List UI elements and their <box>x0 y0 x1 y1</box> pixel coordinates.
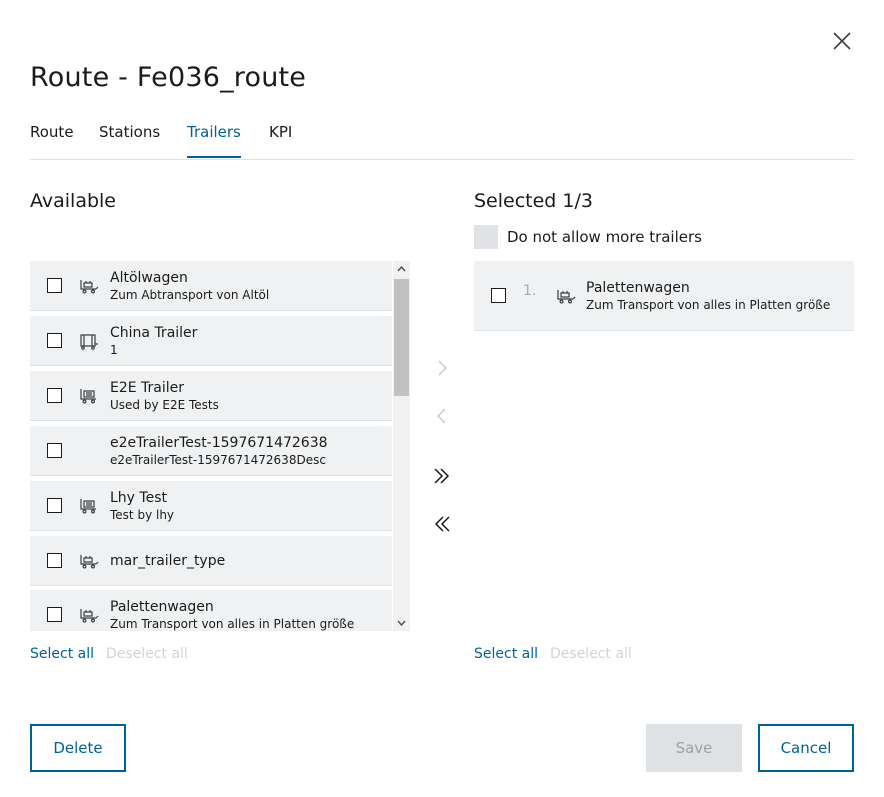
item-description: Zum Transport von alles in Platten größe <box>586 298 831 312</box>
item-name: e2eTrailerTest-1597671472638 <box>110 435 328 451</box>
cart-trailer-icon <box>79 496 99 516</box>
checkbox-box[interactable] <box>474 225 498 249</box>
delete-button[interactable]: Delete <box>30 724 126 772</box>
wagon-icon <box>79 276 99 296</box>
tab-kpi[interactable]: KPI <box>269 123 292 159</box>
item-description: 1 <box>110 343 118 357</box>
available-item[interactable]: Palettenwagen Zum Transport von alles in… <box>30 590 392 631</box>
item-checkbox[interactable] <box>47 278 62 293</box>
move-all-left-icon[interactable] <box>431 513 453 535</box>
item-description: Zum Abtransport von Altöl <box>110 288 270 302</box>
dont-allow-more-label: Do not allow more trailers <box>507 228 702 246</box>
available-item[interactable]: mar_trailer_type <box>30 536 392 586</box>
item-description: Used by E2E Tests <box>110 398 219 412</box>
dont-allow-more-checkbox[interactable]: Do not allow more trailers <box>474 225 702 249</box>
tab-trailers[interactable]: Trailers <box>187 123 241 158</box>
save-button[interactable]: Save <box>646 724 742 772</box>
item-description: Test by lhy <box>110 508 175 522</box>
item-description: Zum Transport von alles in Platten größe <box>110 617 355 631</box>
item-checkbox[interactable] <box>47 498 62 513</box>
selected-select-all-link[interactable]: Select all <box>474 646 538 662</box>
available-item[interactable]: Altölwagen Zum Abtransport von Altöl <box>30 261 392 311</box>
available-item[interactable]: Lhy Test Test by lhy <box>30 481 392 531</box>
item-name: Altölwagen <box>110 270 188 286</box>
item-name: Palettenwagen <box>110 599 214 615</box>
scroll-down-icon[interactable] <box>393 615 410 631</box>
available-scrollbar[interactable] <box>393 261 410 631</box>
item-checkbox[interactable] <box>491 288 506 303</box>
item-index: 1. <box>523 283 537 299</box>
item-checkbox[interactable] <box>47 443 62 458</box>
wagon-icon <box>79 551 99 571</box>
move-left-icon[interactable] <box>431 405 453 427</box>
available-item[interactable]: e2eTrailerTest-1597671472638 e2eTrailerT… <box>30 426 392 476</box>
wagon-icon <box>556 286 576 306</box>
available-select-all-link[interactable]: Select all <box>30 646 94 662</box>
item-checkbox[interactable] <box>47 333 62 348</box>
tab-stations[interactable]: Stations <box>99 123 160 159</box>
available-deselect-all-link[interactable]: Deselect all <box>106 646 188 662</box>
item-name: Palettenwagen <box>586 280 690 296</box>
selected-deselect-all-link[interactable]: Deselect all <box>550 646 632 662</box>
close-icon[interactable] <box>830 29 854 53</box>
move-right-icon[interactable] <box>431 357 453 379</box>
available-list: Altölwagen Zum Abtransport von Altöl Chi… <box>30 261 410 631</box>
wagon-icon <box>79 605 99 625</box>
item-name: mar_trailer_type <box>110 553 226 569</box>
item-name: Lhy Test <box>110 490 167 506</box>
scroll-up-icon[interactable] <box>393 261 410 277</box>
cancel-button[interactable]: Cancel <box>758 724 854 772</box>
selected-title: Selected 1/3 <box>474 190 593 212</box>
item-checkbox[interactable] <box>47 553 62 568</box>
available-item[interactable]: China Trailer 1 <box>30 316 392 366</box>
scrollbar-thumb[interactable] <box>394 279 409 396</box>
item-checkbox[interactable] <box>47 607 62 622</box>
item-checkbox[interactable] <box>47 388 62 403</box>
tab-bar: Route Stations Trailers KPI <box>30 123 854 160</box>
move-all-right-icon[interactable] <box>431 465 453 487</box>
item-description: e2eTrailerTest-1597671472638Desc <box>110 453 326 467</box>
dialog-title: Route - Fe036_route <box>30 62 307 93</box>
selected-item[interactable]: 1. Palettenwagen Zum Transport von alles… <box>474 261 854 331</box>
available-title: Available <box>30 190 117 212</box>
tab-route[interactable]: Route <box>30 123 74 159</box>
cart-trailer-icon <box>79 386 99 406</box>
item-name: China Trailer <box>110 325 198 341</box>
frame-trailer-icon <box>79 331 99 351</box>
item-name: E2E Trailer <box>110 380 185 396</box>
available-item[interactable]: E2E Trailer Used by E2E Tests <box>30 371 392 421</box>
